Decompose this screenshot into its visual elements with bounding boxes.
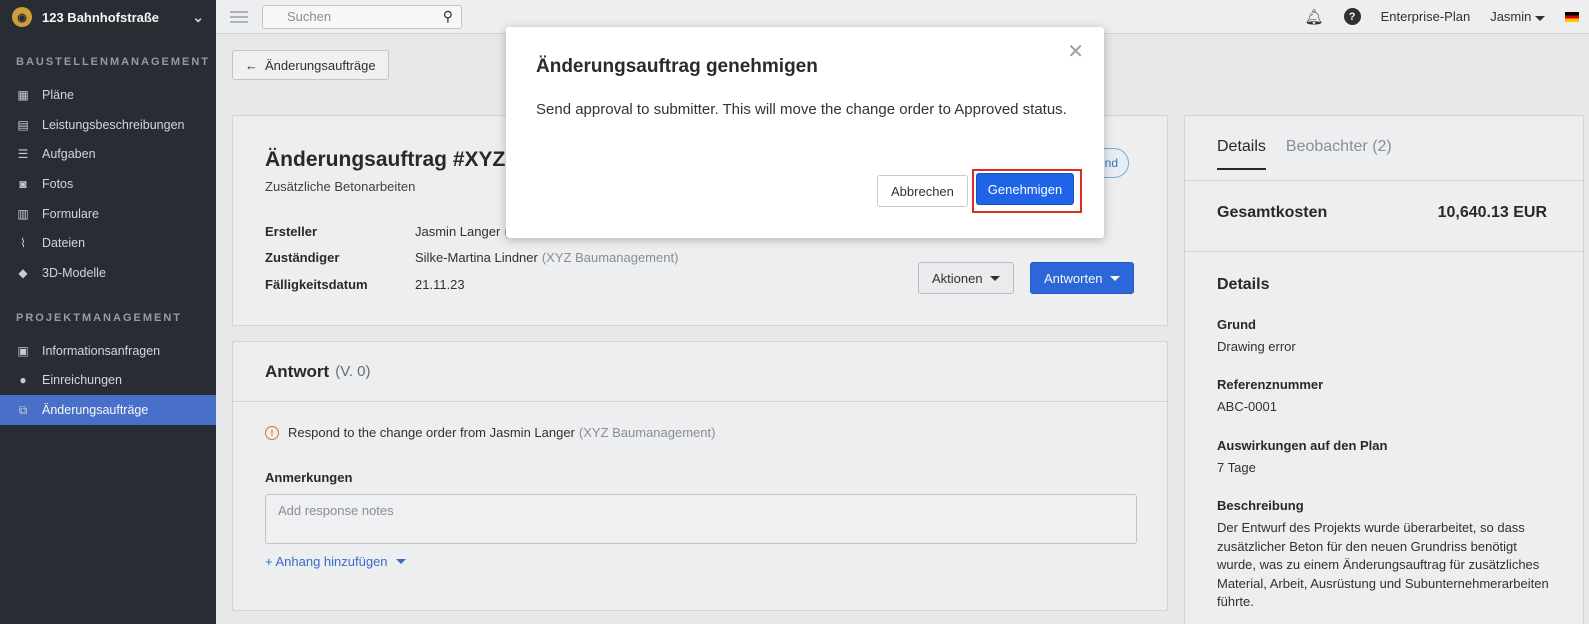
approve-button[interactable]: Genehmigen bbox=[976, 173, 1074, 205]
cancel-button[interactable]: Abbrechen bbox=[877, 175, 968, 207]
modal-body: Send approval to submitter. This will mo… bbox=[536, 101, 1067, 118]
approve-modal: ✕ Änderungsauftrag genehmigen Send appro… bbox=[506, 27, 1104, 238]
modal-title: Änderungsauftrag genehmigen bbox=[536, 56, 818, 77]
close-icon[interactable]: ✕ bbox=[1067, 39, 1084, 64]
